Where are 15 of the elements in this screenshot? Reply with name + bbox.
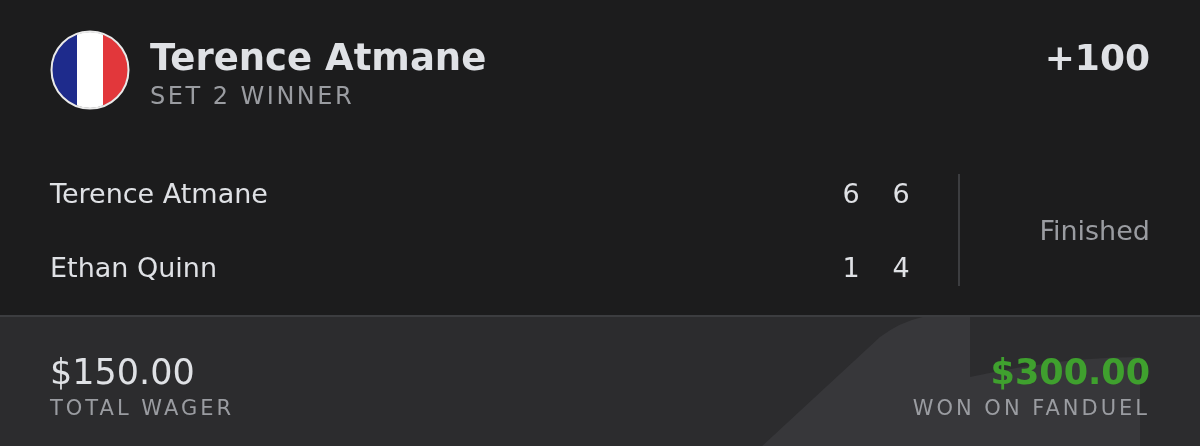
selection-name: Terence Atmane: [150, 36, 488, 80]
france-flag-icon: [50, 30, 130, 110]
player-name: Ethan Quinn: [50, 251, 219, 283]
player-name: Terence Atmane: [50, 177, 269, 209]
set-score: 6: [841, 177, 861, 209]
match-status: Finished: [1039, 214, 1150, 246]
set-score: 6: [891, 177, 911, 209]
set-score: 1: [841, 251, 861, 283]
wager-label: TOTAL WAGER: [50, 395, 235, 422]
payout-amount: $300.00: [990, 351, 1150, 393]
market-name: SET 2 WINNER: [150, 81, 356, 112]
wager-amount: $150.00: [50, 351, 195, 393]
set-score: 4: [891, 251, 911, 283]
payout-label: WON ON FANDUEL: [912, 395, 1150, 422]
odds: +100: [1044, 36, 1150, 80]
